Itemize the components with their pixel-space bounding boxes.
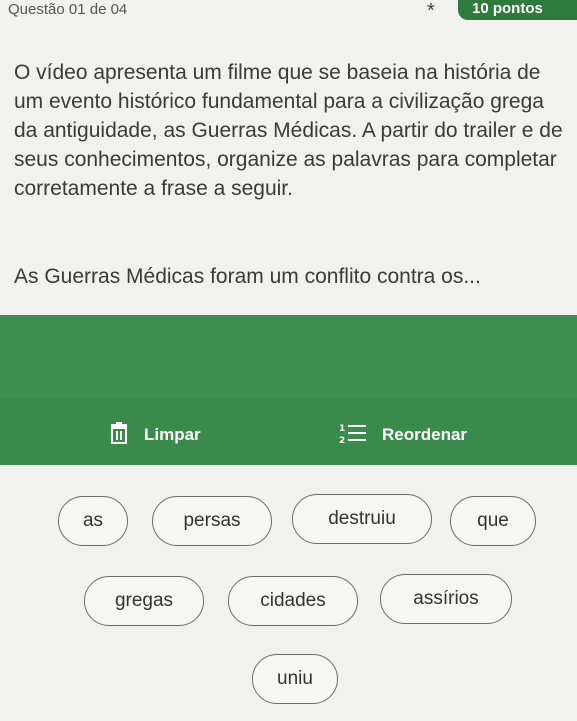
trash-icon [108,421,130,449]
points-badge: 10 pontos [458,0,577,20]
word-chip-persas[interactable]: persas [152,496,272,546]
word-chip-gregas[interactable]: gregas [84,576,204,626]
question-prompt: O vídeo apresenta um filme que se baseia… [14,61,563,200]
ordered-list-icon: 1 2 [338,421,368,450]
word-chip-cidades[interactable]: cidades [228,576,358,626]
clear-button[interactable]: Limpar [108,420,201,450]
clear-label: Limpar [144,425,201,444]
reorder-button[interactable]: 1 2 Reordenar [338,420,467,450]
word-chip-destruiu[interactable]: destruiu [292,494,432,544]
question-header: Questão 01 de 04 * 10 pontos [0,0,577,24]
svg-text:1: 1 [339,424,345,434]
required-mark: * [427,0,435,22]
word-chip-as[interactable]: as [58,496,128,546]
reorder-label: Reordenar [382,425,468,444]
svg-text:2: 2 [339,436,345,445]
word-chip-assirios[interactable]: assírios [380,574,512,624]
word-chip-uniu[interactable]: uniu [252,654,338,704]
action-bar [0,398,577,465]
sentence-stem: As Guerras Médicas foram um conflito con… [14,265,481,288]
question-counter: Questão 01 de 04 [8,1,128,18]
word-chip-que[interactable]: que [450,496,536,546]
